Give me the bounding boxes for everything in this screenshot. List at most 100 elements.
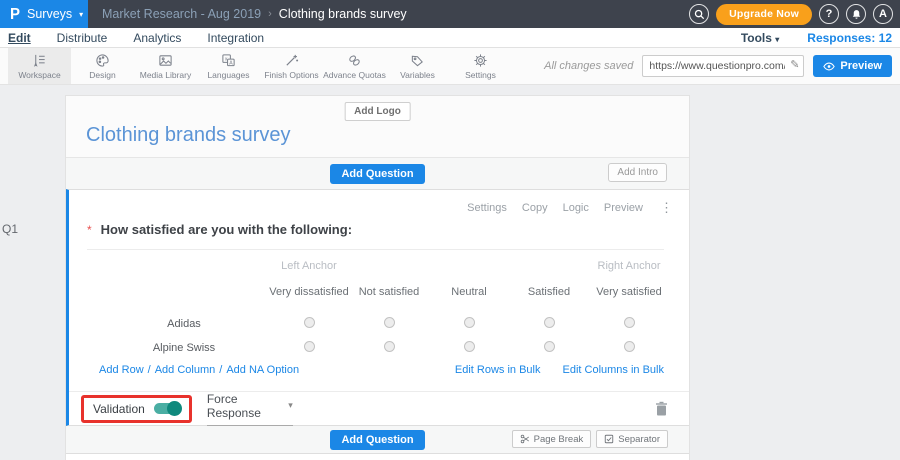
toolbar-item-finish-options[interactable]: Finish Options (260, 48, 323, 84)
design-palette-icon (96, 53, 109, 67)
delete-question-button[interactable] (655, 401, 668, 416)
column-header[interactable]: Neutral (429, 286, 509, 298)
question-settings-link[interactable]: Settings (467, 202, 507, 214)
insert-band-top: Add Question Add Intro (66, 158, 689, 189)
right-anchor-label[interactable]: Right Anchor (589, 260, 669, 272)
required-asterisk: * (87, 222, 92, 237)
radio-button[interactable] (623, 341, 635, 352)
edit-url-pencil-icon[interactable]: ✎ (790, 58, 799, 71)
edit-rows-in-bulk-link[interactable]: Edit Rows in Bulk (455, 364, 541, 376)
matrix-column-headers: Very dissatisfied Not satisfied Neutral … (96, 286, 664, 298)
app-name: Surveys (27, 7, 73, 21)
column-header[interactable]: Very dissatisfied (269, 286, 349, 298)
column-header[interactable]: Satisfied (509, 286, 589, 298)
insert-band-bottom: Add Question Page Break Separator (66, 426, 689, 453)
breadcrumb-current-survey: Clothing brands survey (278, 7, 407, 21)
matrix-edit-links-row: Add Row / Add Column / Add NA Option Edi… (99, 364, 664, 376)
tab-distribute[interactable]: Distribute (57, 31, 108, 45)
column-header[interactable]: Very satisfied (589, 286, 669, 298)
radio-button[interactable] (303, 341, 315, 352)
editor-canvas: Q1 Add Logo Clothing brands survey Add Q… (0, 85, 900, 460)
workspace-icon (33, 54, 45, 67)
toolbar-item-settings[interactable]: Settings (449, 48, 512, 84)
force-response-dropdown-trigger[interactable]: Force Response ▾ (206, 392, 293, 426)
question-text[interactable]: How satisfied are you with the following… (101, 222, 352, 237)
toolbar-item-design[interactable]: Design (71, 48, 134, 84)
more-options-icon[interactable]: ⋮ (660, 200, 673, 216)
help-button[interactable]: ? (819, 4, 839, 24)
question-logic-link[interactable]: Logic (563, 202, 589, 214)
insert-band-right: Page Break Separator (511, 430, 668, 448)
trash-icon (656, 401, 667, 416)
eye-icon (823, 62, 836, 70)
toolbar-item-advance-quotas[interactable]: Advance Quotas (323, 48, 386, 84)
row-label[interactable]: Adidas (96, 318, 269, 330)
breadcrumb-folder[interactable]: Market Research - Aug 2019 (102, 7, 261, 21)
left-anchor-label[interactable]: Left Anchor (269, 260, 349, 272)
chevron-down-icon: ▾ (775, 34, 780, 44)
variables-tag-icon (411, 55, 423, 66)
tools-menu[interactable]: Tools ▾ (741, 31, 779, 45)
row-label[interactable]: Alpine Swiss (96, 342, 269, 354)
tab-edit[interactable]: Edit (8, 31, 31, 45)
radio-button[interactable] (543, 317, 555, 328)
radio-button[interactable] (623, 317, 635, 328)
add-intro-button[interactable]: Add Intro (608, 163, 667, 182)
radio-button[interactable] (383, 317, 395, 328)
tab-analytics[interactable]: Analytics (133, 31, 181, 45)
radio-button[interactable] (463, 341, 475, 352)
matrix-row-adidas: Adidas (96, 312, 664, 336)
separator-button[interactable]: Separator (596, 430, 668, 448)
page-break-button[interactable]: Page Break (511, 430, 592, 448)
media-library-icon (159, 54, 172, 66)
validation-toggle[interactable] (153, 400, 182, 416)
languages-icon: xA (222, 53, 235, 66)
upgrade-now-button[interactable]: Upgrade Now (716, 3, 812, 25)
radio-button[interactable] (543, 341, 555, 352)
top-bar: P Surveys ▾ Market Research - Aug 2019 ›… (0, 0, 900, 28)
account-avatar[interactable]: A (873, 4, 893, 24)
validation-row: Validation Force Response ▾ (69, 391, 689, 426)
question-actions: Settings Copy Logic Preview ⋮ (467, 200, 673, 216)
advance-quotas-icon (349, 54, 360, 66)
radio-button[interactable] (463, 317, 475, 328)
question-text-row: * How satisfied are you with the followi… (87, 222, 664, 250)
question-preview-link[interactable]: Preview (604, 202, 643, 214)
add-na-option-link[interactable]: Add NA Option (226, 364, 299, 376)
toolbar-item-languages[interactable]: xA Languages (197, 48, 260, 84)
toolbar-right: All changes saved ✎ Preview (544, 48, 900, 84)
responses-count-link[interactable]: Responses: 12 (807, 31, 892, 45)
menu-bar-right: Tools ▾ Responses: 12 (741, 31, 892, 45)
add-question-button[interactable]: Add Question (330, 429, 425, 450)
survey-panel: Add Logo Clothing brands survey Add Ques… (65, 95, 690, 460)
notifications-button[interactable] (846, 4, 866, 24)
add-row-link[interactable]: Add Row (99, 364, 144, 376)
survey-url-input[interactable] (642, 55, 805, 77)
save-status-text: All changes saved (544, 60, 634, 72)
search-button[interactable] (689, 4, 710, 24)
toolbar-item-media-library[interactable]: Media Library (134, 48, 197, 84)
finish-options-wand-icon (286, 54, 299, 66)
toolbar-item-variables[interactable]: Variables (386, 48, 449, 84)
questionpro-logo: P (10, 5, 21, 23)
question-copy-link[interactable]: Copy (522, 202, 548, 214)
add-column-link[interactable]: Add Column (155, 364, 216, 376)
svg-text:A: A (229, 60, 233, 66)
chevron-down-icon: ▾ (79, 9, 84, 19)
toggle-knob (166, 400, 182, 416)
add-question-button[interactable]: Add Question (330, 163, 425, 184)
edit-columns-in-bulk-link[interactable]: Edit Columns in Bulk (563, 364, 665, 376)
surveys-product-switcher[interactable]: P Surveys ▾ (0, 0, 88, 28)
radio-button[interactable] (303, 317, 315, 328)
survey-title[interactable]: Clothing brands survey (86, 124, 291, 147)
survey-header-card: Add Logo Clothing brands survey (66, 96, 689, 158)
matrix-row-alpine-swiss: Alpine Swiss (96, 336, 664, 360)
toolbar-item-workspace[interactable]: Workspace (8, 48, 71, 84)
separator-icon (605, 434, 614, 444)
add-logo-button[interactable]: Add Logo (344, 102, 411, 121)
column-header[interactable]: Not satisfied (349, 286, 429, 298)
tab-integration[interactable]: Integration (207, 31, 264, 45)
top-bar-actions: Upgrade Now ? A (689, 3, 900, 25)
preview-button[interactable]: Preview (813, 55, 892, 77)
radio-button[interactable] (383, 341, 395, 352)
